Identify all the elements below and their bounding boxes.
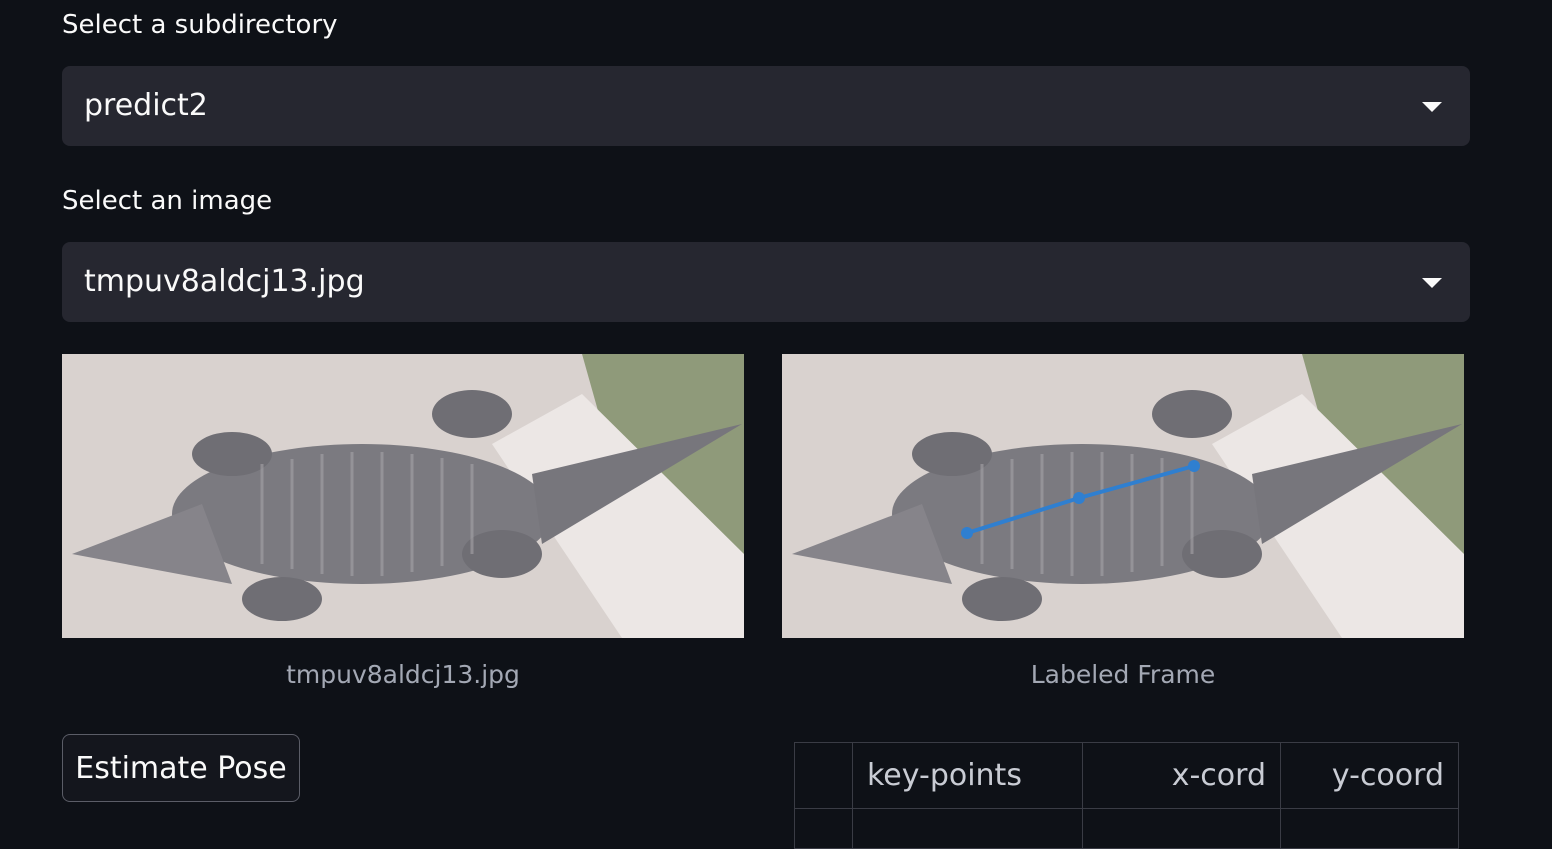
x-cord-header[interactable]: x-cord (1082, 742, 1281, 809)
subdirectory-value: predict2 (84, 88, 208, 123)
chevron-down-icon[interactable] (1422, 102, 1442, 112)
source-image (62, 354, 744, 638)
image-select[interactable]: tmpuv8aldcj13.jpg (62, 242, 1470, 322)
keypoints-table: key-points x-cord y-coord (794, 742, 1459, 849)
labeled-frame-caption: Labeled Frame (1030, 660, 1216, 689)
keypoint-dot (961, 527, 973, 539)
subdirectory-label: Select a subdirectory (62, 10, 338, 40)
source-image-caption: tmpuv8aldcj13.jpg (286, 660, 520, 689)
keypoint-dot (1073, 492, 1085, 504)
subdirectory-select[interactable]: predict2 (62, 66, 1470, 146)
key-points-header[interactable]: key-points (852, 742, 1083, 809)
chevron-down-icon[interactable] (1422, 278, 1442, 288)
table-header-row: key-points x-cord y-coord (794, 742, 1459, 809)
table-row (794, 808, 1459, 849)
labeled-frame-image (782, 354, 1464, 638)
y-coord-header[interactable]: y-coord (1280, 742, 1459, 809)
index-header (794, 742, 853, 809)
image-select-label: Select an image (62, 186, 273, 216)
estimate-pose-button[interactable]: Estimate Pose (62, 734, 300, 802)
keypoint-dot (1188, 460, 1200, 472)
image-select-value: tmpuv8aldcj13.jpg (84, 264, 365, 299)
